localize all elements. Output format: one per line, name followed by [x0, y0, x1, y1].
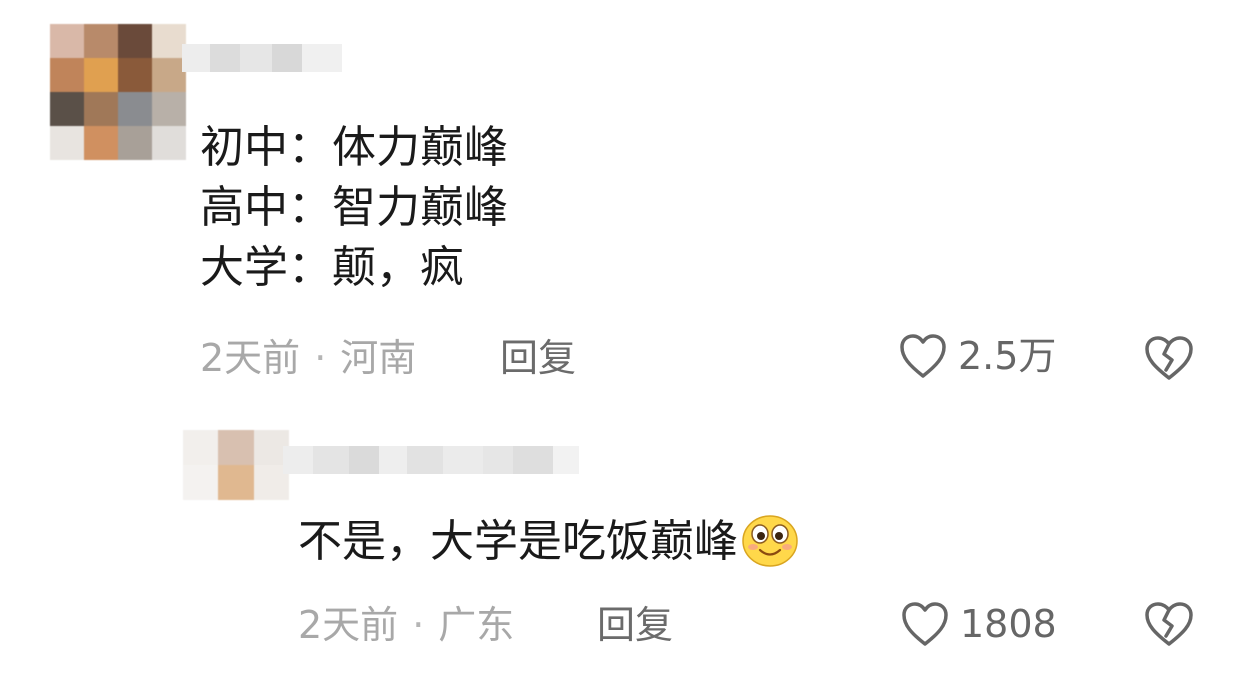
comment-text: 初中：体力巅峰 高中：智力巅峰 大学：颠，疯 — [200, 122, 508, 293]
reply-button[interactable]: 回复 — [500, 336, 576, 380]
reply-button[interactable]: 回复 — [597, 603, 673, 647]
broken-heart-icon — [1145, 602, 1193, 646]
comment-time: 2天前 — [200, 336, 301, 380]
comment-location: 河南 — [340, 336, 417, 380]
avatar[interactable] — [50, 24, 186, 160]
comment-text: 不是，大学是吃饭巅峰 — [298, 512, 800, 572]
separator-dot: · — [314, 336, 327, 380]
dislike-button[interactable] — [1142, 334, 1196, 386]
heart-icon — [902, 602, 948, 646]
heart-icon — [900, 334, 946, 378]
username-blurred[interactable] — [283, 446, 579, 474]
like-button[interactable]: 2.5万 — [898, 332, 1056, 380]
like-count: 2.5万 — [958, 334, 1057, 378]
smile-emoji-icon — [742, 515, 798, 567]
like-count: 1808 — [960, 602, 1057, 646]
username-blurred[interactable] — [182, 44, 342, 72]
comment-time: 2天前 — [298, 603, 399, 647]
dislike-button[interactable] — [1142, 600, 1196, 652]
like-button[interactable]: 1808 — [900, 600, 1057, 648]
comment-meta: 2天前 · 河南 — [200, 336, 416, 380]
comment-location: 广东 — [438, 603, 515, 647]
avatar[interactable] — [183, 430, 289, 500]
comment-meta: 2天前 · 广东 — [298, 603, 514, 647]
broken-heart-icon — [1145, 336, 1193, 380]
separator-dot: · — [412, 603, 425, 647]
